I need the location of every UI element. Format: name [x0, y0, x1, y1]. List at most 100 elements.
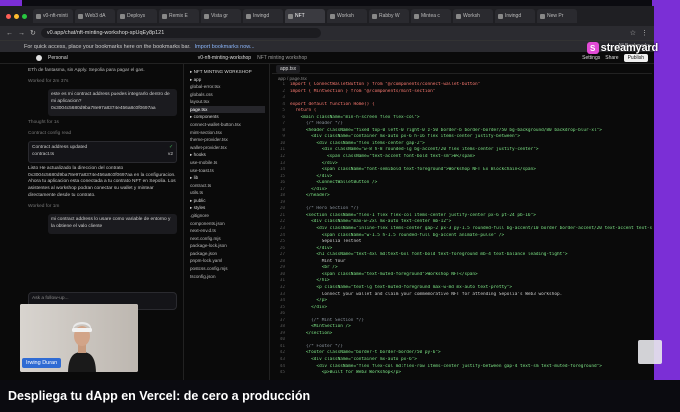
tree-item-label: hooks [193, 152, 206, 158]
tree-folder[interactable]: ▸ app [190, 76, 265, 84]
extensions-icon[interactable]: ⋮ [641, 29, 648, 37]
tree-file[interactable]: contract.ts [190, 182, 265, 190]
star-icon[interactable]: ☆ [630, 29, 636, 37]
workspace-avatar[interactable] [36, 54, 42, 61]
browser-tab[interactable]: NFT [285, 9, 325, 23]
browser-tab-bar: v0-nft-minti Web3 dA Deploys Remix E Vista g… [0, 6, 654, 26]
tab-favicon-icon [246, 13, 251, 19]
line-number: 45 [279, 370, 285, 376]
tree-file[interactable]: package.json [190, 250, 265, 258]
browser-tab[interactable]: Deploys [117, 9, 157, 23]
project-name[interactable]: v0-nft-minting-workshop [198, 55, 251, 61]
tree-folder[interactable]: ▸ styles [190, 204, 265, 212]
webcam-feed: Irwing Duran [20, 304, 138, 372]
browser-tab[interactable]: v0-nft-minti [33, 9, 73, 23]
browser-tab[interactable]: Web3 dA [75, 9, 115, 23]
reload-icon[interactable]: ↻ [30, 29, 36, 37]
tree-file[interactable]: components.json [190, 220, 265, 228]
browser-tab[interactable]: Rabby W [369, 9, 409, 23]
tree-file[interactable]: page.tsx [190, 105, 265, 114]
tree-file[interactable]: layout.tsx [190, 98, 265, 106]
forward-icon[interactable]: → [18, 30, 25, 37]
tree-item-label: next-env.d.ts [190, 228, 216, 234]
worked-label[interactable]: Worked for 2m 37s [28, 79, 177, 86]
browser-tab[interactable]: New Pr [537, 9, 577, 23]
tree-item-label: pnpm-lock.yaml [190, 258, 223, 264]
tree-file[interactable]: globals.css [190, 91, 265, 99]
tree-file[interactable]: next.config.mjs [190, 235, 265, 243]
tree-file[interactable]: mint-section.tsx [190, 129, 265, 137]
browser-tab[interactable]: Mintea c [411, 9, 451, 23]
browser-tab[interactable]: Irwingd [495, 9, 535, 23]
tree-file[interactable]: package-lock.json [190, 242, 265, 250]
browser-tab-label: Vista gr [211, 13, 228, 19]
browser-tab[interactable]: Irwingd [243, 9, 283, 23]
tree-item-label: tsconfig.json [190, 273, 216, 279]
tree-file[interactable]: use-mobile.ts [190, 159, 265, 167]
workspace-name[interactable]: Personal [48, 55, 68, 61]
tab-favicon-icon [204, 13, 209, 19]
tab-favicon-icon [330, 13, 335, 19]
stream-frame: v0-nft-minti Web3 dA Deploys Remix E Vista g… [0, 0, 680, 412]
changes-card[interactable]: Contract address updated ✓ contract.ts v… [28, 140, 177, 163]
editor-tab[interactable]: app.tsx [276, 64, 301, 73]
app-header: Personal v0-nft-minting-workshop NFT min… [0, 52, 654, 64]
tree-file[interactable]: wallet-provider.tsx [190, 144, 265, 152]
tab-favicon-icon [372, 13, 377, 19]
tree-folder[interactable]: ▸ lib [190, 174, 265, 182]
code-area[interactable]: 1 import { ConnectWalletButton } from "@/… [272, 82, 652, 377]
video-title: Despliega tu dApp en Vercel: de cero a p… [8, 389, 311, 403]
tree-folder[interactable]: ▸ public [190, 197, 265, 205]
browser-tab-label: Worksh [463, 13, 480, 19]
maximize-window-button[interactable] [22, 13, 27, 19]
worked-label[interactable]: Worked for 1m [28, 204, 177, 211]
thought-label[interactable]: Thought for 1s [28, 120, 177, 127]
tree-item-label: styles [193, 205, 206, 211]
browser-tab[interactable]: Worksh [453, 9, 493, 23]
browser-tab[interactable]: Vista gr [201, 9, 241, 23]
tree-item-label: globals.css [190, 91, 213, 97]
share-button[interactable]: Share [605, 55, 618, 61]
tree-folder[interactable]: ▸ components [190, 113, 265, 121]
streamyard-watermark: S streamyard [586, 42, 659, 54]
tree-file[interactable]: use-toast.ts [190, 167, 265, 175]
tree-item-label: mint-section.tsx [190, 129, 222, 135]
branch-name[interactable]: NFT minting workshop [257, 55, 307, 61]
tree-file[interactable]: next-env.d.ts [190, 227, 265, 235]
tree-folder[interactable]: ▸ NFT MINTING WORKSHOP [190, 68, 265, 76]
browser-tab[interactable]: Remix E [159, 9, 199, 23]
tree-folder[interactable]: ▸ hooks [190, 151, 265, 159]
back-icon[interactable]: ← [6, 30, 13, 37]
publish-button[interactable]: Publish [623, 54, 648, 62]
tree-file[interactable]: global-error.tsx [190, 83, 265, 91]
tree-item-label: wallet-provider.tsx [190, 144, 227, 150]
settings-button[interactable]: Settings [582, 55, 600, 61]
tree-item-label: layout.tsx [190, 99, 210, 105]
tree-item-label: next.config.mjs [190, 235, 221, 241]
close-window-button[interactable] [6, 13, 11, 19]
browser-tab-label: v0-nft-minti [43, 13, 68, 19]
import-bookmarks-link[interactable]: Import bookmarks now... [195, 44, 255, 50]
browser-tab[interactable]: Worksh [327, 9, 367, 23]
streamyard-logo-icon: S [586, 42, 599, 54]
tree-file[interactable]: .gitignore [190, 212, 265, 220]
tree-file[interactable]: connect-wallet-button.tsx [190, 121, 265, 129]
tree-file[interactable]: pnpm-lock.yaml [190, 257, 265, 265]
tree-file[interactable]: theme-provider.tsx [190, 136, 265, 144]
window-controls [6, 13, 27, 19]
frame-border-right [652, 0, 680, 380]
tree-file[interactable]: postcss.config.mjs [190, 265, 265, 273]
url-field[interactable]: v0.app/chat/nft-minting-workshop-spUqEy8… [40, 28, 321, 38]
tree-item-label: lib [193, 175, 199, 181]
tab-favicon-icon [78, 13, 83, 19]
tree-item-label: contract.ts [190, 182, 212, 188]
line-text: Connect your wallet and claim your comme… [290, 291, 563, 297]
tree-item-label: use-mobile.ts [190, 159, 218, 165]
check-icon: ✓ [168, 144, 173, 150]
address-bar-row: ← → ↻ v0.app/chat/nft-minting-workshop-s… [0, 26, 654, 40]
config-label[interactable]: Contract config read [28, 131, 177, 138]
minimize-window-button[interactable] [14, 13, 19, 19]
streamyard-wordmark: streamyard [600, 42, 659, 54]
tree-file[interactable]: tsconfig.json [190, 273, 265, 281]
tree-file[interactable]: utils.ts [190, 189, 265, 197]
